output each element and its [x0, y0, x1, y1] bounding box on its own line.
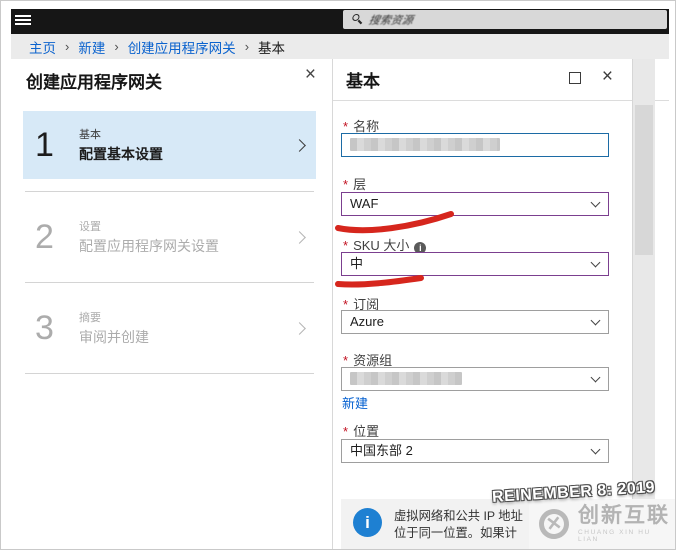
chevron-right-icon	[293, 138, 306, 152]
create-new-link[interactable]: 新建	[342, 393, 368, 412]
chevron-right-icon	[293, 230, 306, 244]
scrollbar[interactable]	[632, 59, 655, 549]
required-marker: *	[343, 424, 349, 439]
top-nav-bar: 搜索资源	[11, 9, 669, 34]
chevron-down-icon	[590, 444, 601, 455]
info-icon: i	[353, 508, 382, 537]
logo-icon: ✕	[537, 507, 571, 541]
chevron-right-icon: ›	[244, 39, 250, 54]
step-number: 1	[35, 125, 54, 164]
chevron-down-icon	[590, 257, 601, 268]
chevron-down-icon	[590, 372, 601, 383]
azure-portal-page: 搜索资源 主页 › 新建 › 创建应用程序网关 › 基本 创建应用程序网关 × …	[0, 0, 676, 550]
step-label: 设置	[79, 221, 101, 233]
step-sublabel: 审阅并创建	[79, 329, 149, 345]
divider	[25, 191, 314, 192]
info-text-line1: 虚拟网络和公共 IP 地址	[394, 509, 523, 523]
required-marker: *	[343, 353, 349, 368]
step-number: 3	[35, 308, 54, 347]
breadcrumb-home[interactable]: 主页	[29, 37, 56, 57]
basics-blade: 基本 × * 名称 * 层 WAF * SKU 大小 i 中 * 订阅 Azur…	[333, 59, 669, 549]
subscription-select[interactable]: Azure	[341, 310, 609, 334]
breadcrumb-new[interactable]: 新建	[78, 37, 105, 57]
step-number: 2	[35, 217, 54, 256]
blade-title: 基本	[346, 72, 380, 91]
search-icon	[350, 14, 363, 25]
maximize-icon[interactable]	[569, 72, 581, 84]
name-input[interactable]	[341, 133, 609, 157]
chevron-right-icon	[293, 321, 306, 335]
breadcrumb: 主页 › 新建 › 创建应用程序网关 › 基本	[11, 34, 669, 59]
location-value: 中国东部 2	[350, 443, 413, 458]
logo-subtitle: CHUANG XIN HU LIAN	[578, 529, 651, 543]
wizard-step-basics[interactable]: 1 基本 配置基本设置	[23, 111, 316, 179]
search-input[interactable]: 搜索资源	[343, 10, 667, 29]
tier-value: WAF	[350, 196, 379, 211]
divider	[25, 282, 314, 283]
wizard-step-summary[interactable]: 3 摘要 审阅并创建	[23, 294, 316, 362]
breadcrumb-current: 基本	[258, 40, 286, 56]
create-appgw-blade: 创建应用程序网关 × 1 基本 配置基本设置 2 设置 配置应用程序网关设置 3…	[11, 59, 333, 549]
subscription-value: Azure	[350, 314, 384, 329]
step-sublabel: 配置应用程序网关设置	[79, 238, 219, 254]
sku-select[interactable]: 中	[341, 252, 609, 276]
search-placeholder: 搜索资源	[367, 14, 414, 27]
tier-label: * 层	[343, 177, 367, 192]
wizard-step-settings[interactable]: 2 设置 配置应用程序网关设置	[23, 203, 316, 271]
info-text-line2: 位于同一位置。如果计	[394, 526, 517, 540]
resource-group-select[interactable]	[341, 367, 609, 391]
required-marker: *	[343, 238, 349, 253]
close-icon[interactable]: ×	[602, 67, 613, 86]
chevron-down-icon	[590, 315, 601, 326]
sku-value: 中	[350, 256, 364, 271]
required-marker: *	[343, 119, 349, 134]
chevron-down-icon	[590, 197, 601, 208]
chevron-right-icon: ›	[114, 39, 119, 54]
menu-icon[interactable]	[15, 15, 31, 27]
close-icon[interactable]: ×	[305, 65, 316, 84]
step-sublabel: 配置基本设置	[79, 146, 163, 162]
tier-select[interactable]: WAF	[341, 192, 609, 216]
divider	[25, 373, 314, 374]
step-label: 基本	[79, 129, 101, 141]
location-select[interactable]: 中国东部 2	[341, 439, 609, 463]
redacted-value	[350, 138, 500, 151]
blade-title: 创建应用程序网关	[26, 73, 162, 92]
site-logo: ✕ 创新互联 CHUANG XIN HU LIAN	[529, 499, 675, 549]
chevron-right-icon: ›	[65, 39, 70, 54]
logo-name: 创新互联	[578, 504, 670, 527]
required-marker: *	[343, 177, 349, 192]
redacted-value	[350, 372, 462, 385]
location-label: * 位置	[343, 424, 380, 439]
scrollbar-thumb[interactable]	[635, 105, 653, 255]
breadcrumb-create-appgw[interactable]: 创建应用程序网关	[128, 37, 236, 57]
step-label: 摘要	[79, 312, 101, 324]
